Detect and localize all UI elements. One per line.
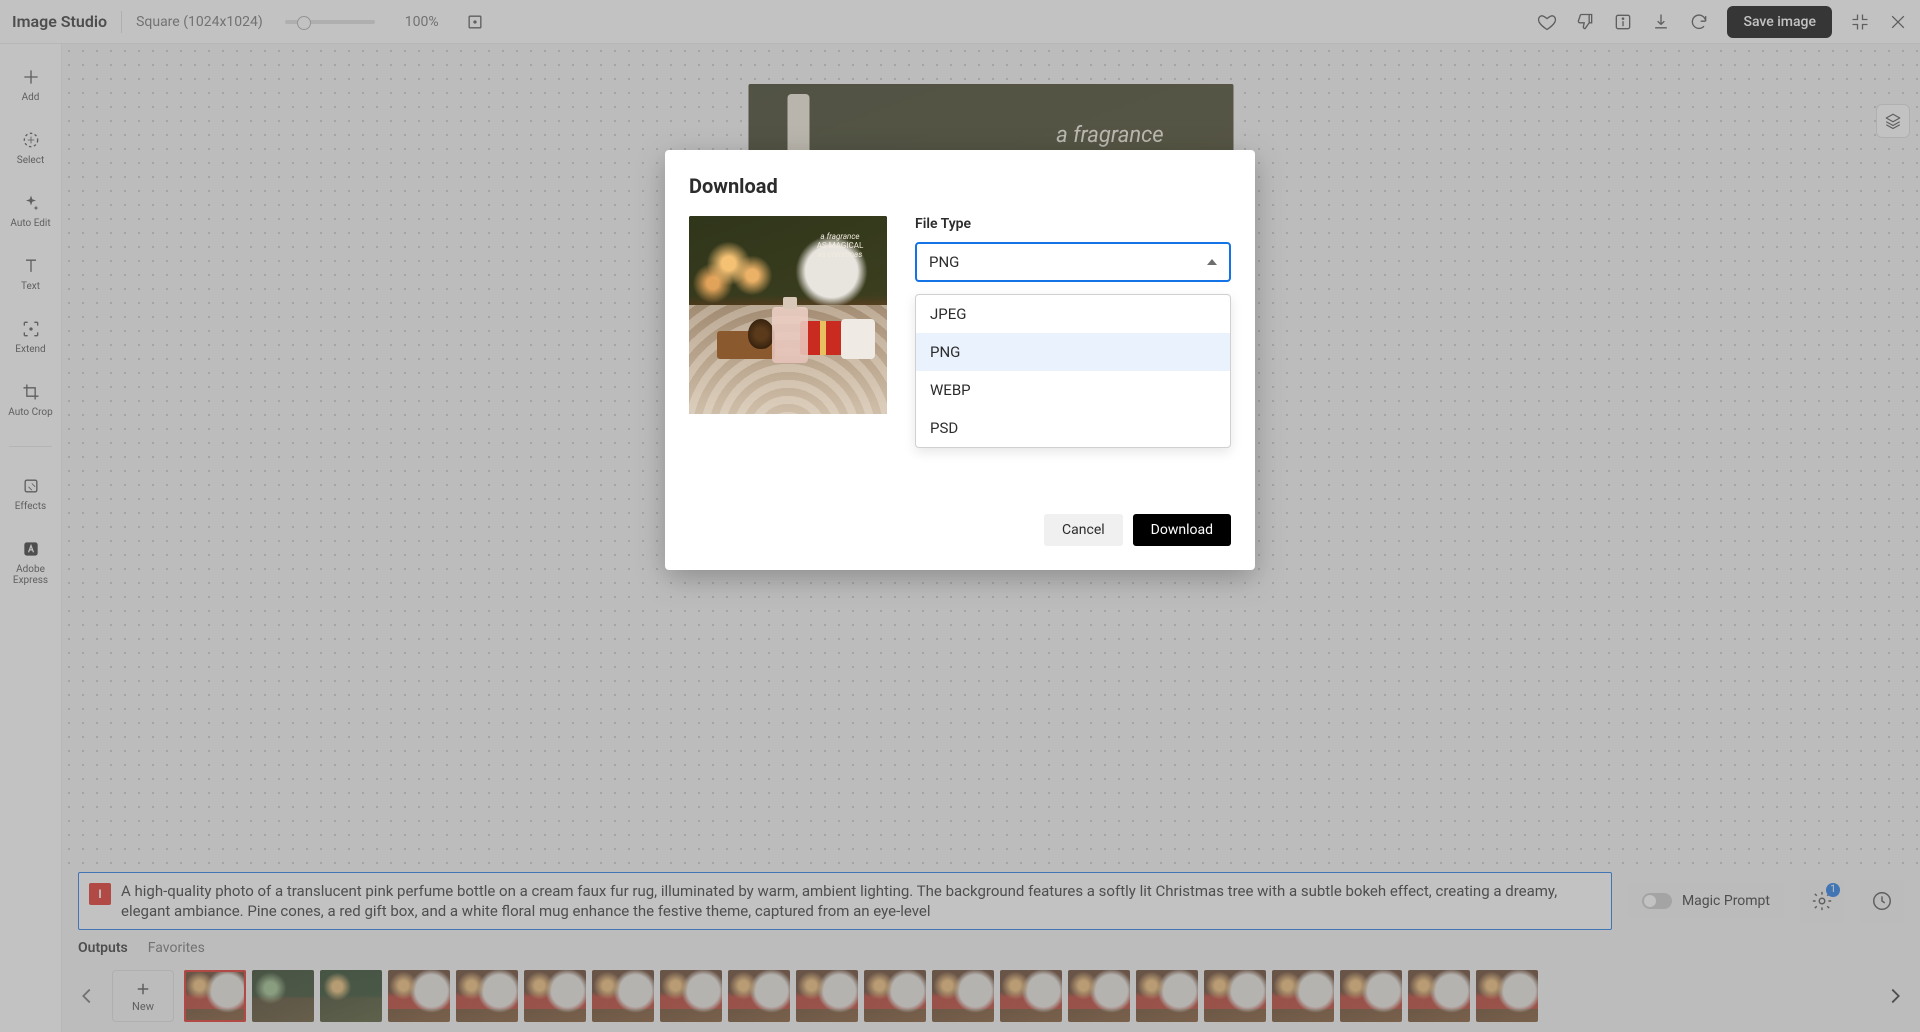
file-type-option[interactable]: PSD xyxy=(916,409,1230,447)
file-type-option[interactable]: PNG xyxy=(916,333,1230,371)
file-type-option[interactable]: WEBP xyxy=(916,371,1230,409)
modal-title: Download xyxy=(689,174,1231,198)
file-type-select[interactable]: PNG xyxy=(915,242,1231,282)
download-button[interactable]: Download xyxy=(1133,514,1231,546)
modal-overlay[interactable]: Download a fragrance AS MAGICAL as chris… xyxy=(0,0,1920,1032)
file-type-label: File Type xyxy=(915,216,1231,232)
download-modal: Download a fragrance AS MAGICAL as chris… xyxy=(665,150,1255,570)
cancel-button[interactable]: Cancel xyxy=(1044,514,1123,546)
select-value: PNG xyxy=(929,253,959,271)
chevron-up-icon xyxy=(1207,259,1217,265)
file-type-dropdown: JPEGPNGWEBPPSD xyxy=(915,294,1231,448)
file-type-option[interactable]: JPEG xyxy=(916,295,1230,333)
download-preview: a fragrance AS MAGICAL as christmas xyxy=(689,216,887,414)
